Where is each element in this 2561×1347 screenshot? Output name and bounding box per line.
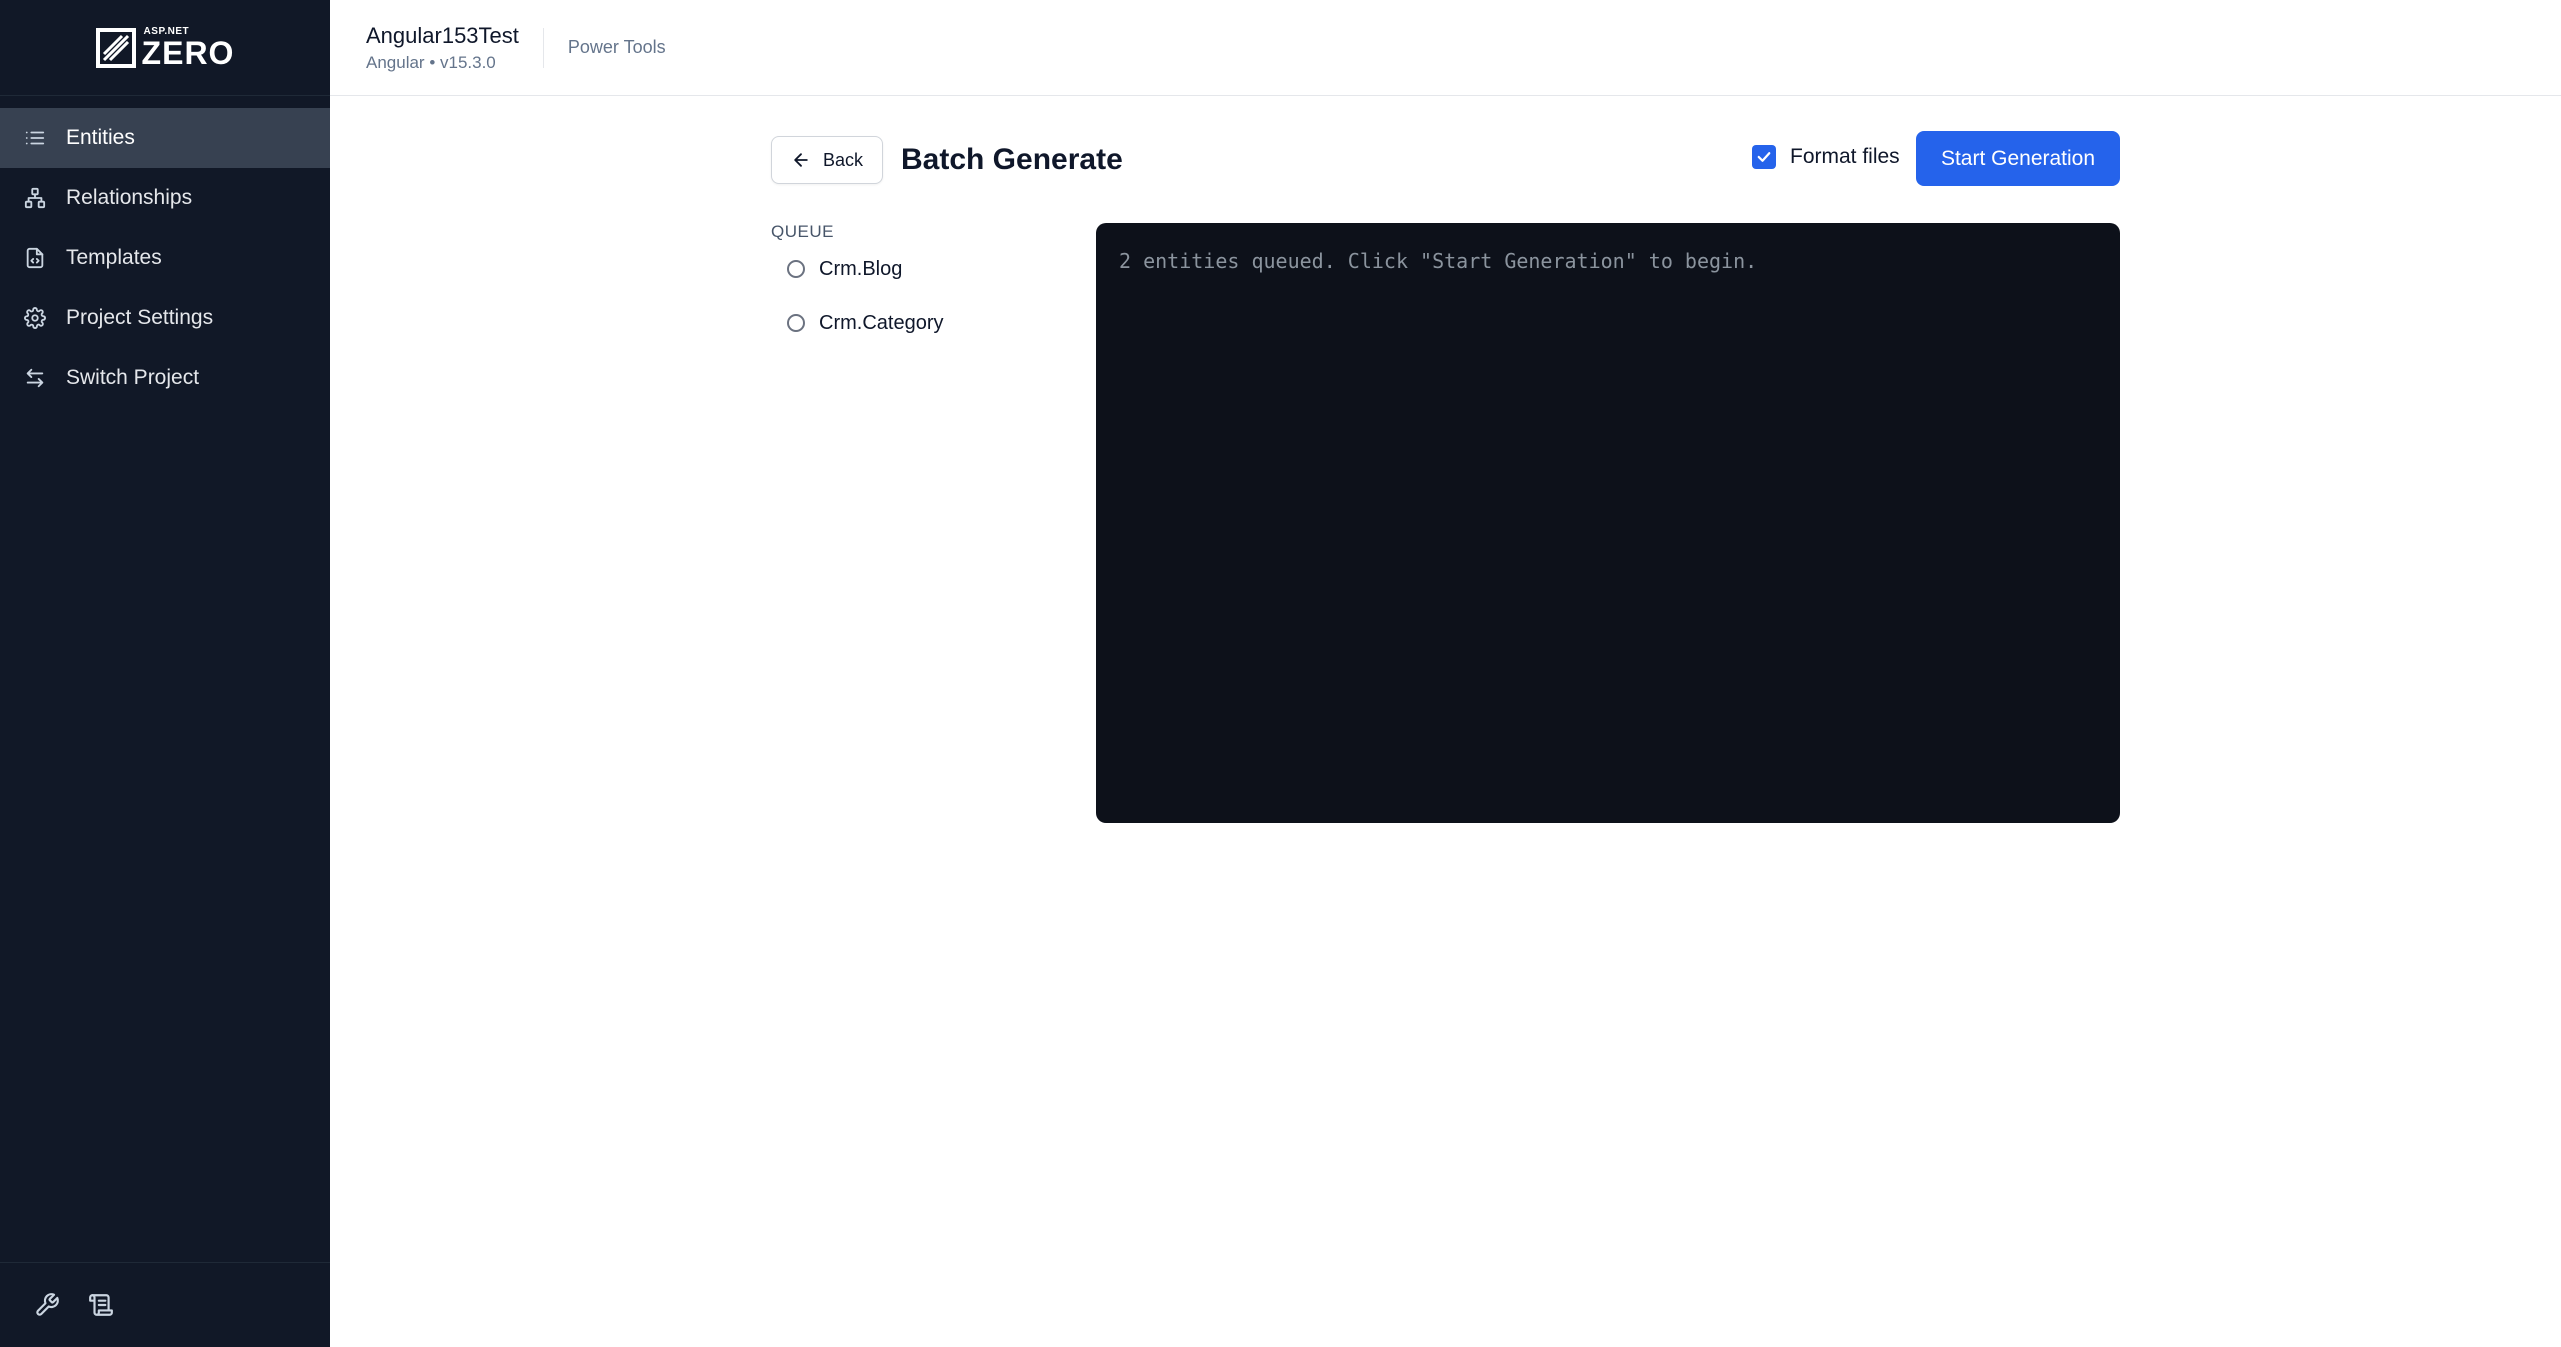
template-file-icon (24, 247, 46, 269)
logo-area: ASP.NET ZERO (0, 0, 330, 96)
sidebar-item-entities[interactable]: Entities (0, 108, 330, 168)
logo-mark-icon (95, 27, 136, 68)
sidebar-item-label: Relationships (66, 186, 193, 209)
scroll-icon[interactable] (88, 1292, 114, 1318)
gear-icon (24, 307, 46, 329)
wrench-icon[interactable] (34, 1292, 60, 1318)
start-generation-button[interactable]: Start Generation (1916, 131, 2120, 186)
queue-title: QUEUE (771, 222, 834, 241)
sidebar: ASP.NET ZERO Entities Relationships Temp… (0, 0, 330, 1347)
format-files-label: Format files (1790, 145, 1900, 168)
project-name: Angular153Test (366, 22, 519, 48)
pending-status-circle-icon (787, 260, 805, 278)
header-divider (542, 27, 544, 68)
back-button[interactable]: Back (771, 136, 883, 184)
sidebar-item-label: Templates (66, 246, 162, 269)
checkmark-icon (1757, 152, 1771, 162)
queue-panel: QUEUE Crm.Blog Crm.Category (771, 222, 1061, 350)
queue-item-label: Crm.Category (819, 311, 944, 334)
top-header: Angular153Test Angular • v15.3.0 Power T… (330, 0, 2561, 96)
console-message: 2 entities queued. Click "Start Generati… (1119, 249, 1758, 273)
sidebar-item-label: Switch Project (66, 366, 200, 389)
power-tools-link[interactable]: Power Tools (568, 37, 666, 58)
project-framework-version: Angular • v15.3.0 (366, 52, 496, 72)
sidebar-item-label: Project Settings (66, 306, 214, 329)
aspnet-zero-logo[interactable]: ASP.NET ZERO (95, 26, 235, 71)
sidebar-item-templates[interactable]: Templates (0, 228, 330, 288)
arrow-left-icon (794, 153, 808, 167)
queue-item: Crm.Category (787, 296, 1061, 350)
sidebar-item-switch-project[interactable]: Switch Project (0, 348, 330, 408)
sidebar-item-relationships[interactable]: Relationships (0, 168, 330, 228)
queue-item-label: Crm.Blog (819, 257, 903, 280)
sidebar-item-project-settings[interactable]: Project Settings (0, 288, 330, 348)
switch-arrows-icon (24, 367, 46, 389)
sidebar-footer (0, 1262, 330, 1347)
back-button-label: Back (822, 149, 864, 170)
list-icon (24, 127, 46, 149)
relationship-icon (24, 187, 46, 209)
app-root: ASP.NET ZERO Entities Relationships Temp… (0, 0, 2561, 1347)
logo-text: ASP.NET ZERO (141, 26, 235, 71)
page-title: Batch Generate (901, 143, 1123, 176)
format-files-checkbox[interactable] (1752, 145, 1776, 169)
generation-console[interactable]: 2 entities queued. Click "Start Generati… (1096, 223, 2120, 823)
format-files-toggle[interactable]: Format files (1752, 145, 1900, 169)
pending-status-circle-icon (787, 314, 805, 332)
project-info: Angular153Test Angular • v15.3.0 (366, 23, 519, 73)
sidebar-nav: Entities Relationships Templates Project… (0, 108, 330, 408)
page-toolbar: Back Batch Generate Format files Start G… (771, 131, 2120, 187)
sidebar-item-label: Entities (66, 126, 135, 149)
queue-item: Crm.Blog (787, 242, 1061, 296)
logo-big-text: ZERO (141, 34, 235, 71)
